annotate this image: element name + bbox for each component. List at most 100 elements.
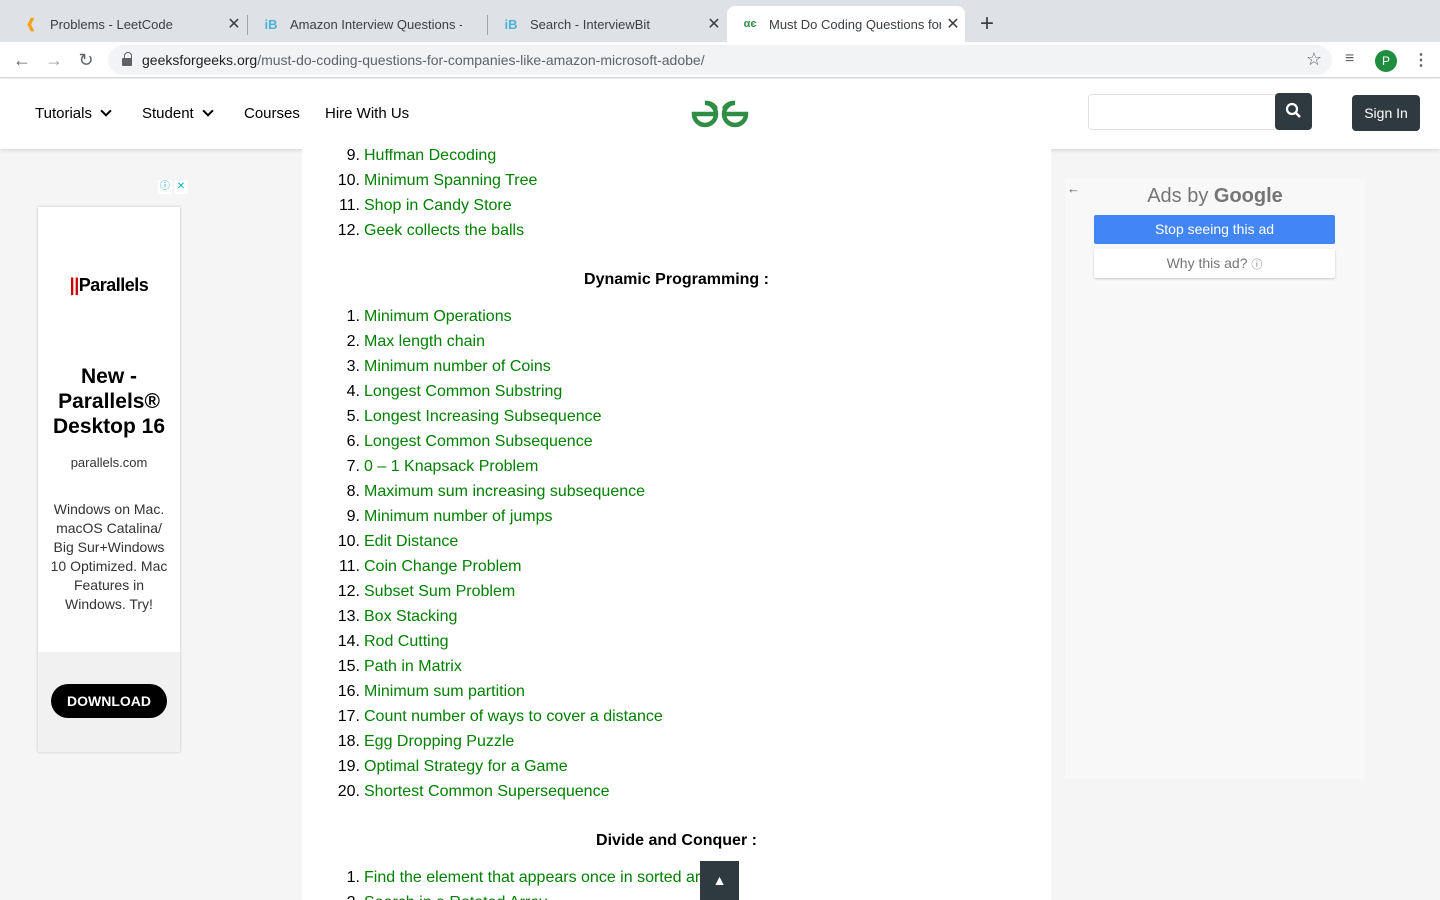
- profile-avatar[interactable]: P: [1375, 50, 1397, 72]
- nav-student-label: Student: [142, 105, 194, 122]
- problem-link[interactable]: 0 – 1 Knapsack Problem: [364, 454, 538, 479]
- search-icon: [1285, 102, 1301, 118]
- nav-tutorials[interactable]: Tutorials: [35, 104, 112, 122]
- site-header: Tutorials Student Courses Hire With Us S…: [0, 79, 1440, 149]
- section-heading-dp: Dynamic Programming :: [584, 271, 769, 288]
- back-icon[interactable]: ←: [10, 48, 34, 72]
- list-number: 9.: [346, 149, 360, 164]
- nav-hire-with-us[interactable]: Hire With Us: [325, 105, 409, 122]
- forward-icon[interactable]: →: [42, 48, 66, 72]
- list-number: 8.: [346, 483, 360, 500]
- ad-close-icon[interactable]: ✕: [174, 180, 188, 194]
- parallels-bars-icon: ||: [69, 275, 80, 295]
- list-item: 2. Max length chain: [302, 329, 485, 354]
- problem-link[interactable]: Egg Dropping Puzzle: [364, 729, 514, 754]
- reading-list-icon[interactable]: ≡: [1345, 50, 1354, 68]
- problem-link[interactable]: Subset Sum Problem: [364, 579, 515, 604]
- close-icon[interactable]: ✕: [702, 14, 726, 34]
- site-search-button[interactable]: [1275, 93, 1312, 130]
- ad-info-icon[interactable]: ⓘ: [158, 180, 172, 194]
- problem-link[interactable]: Find the element that appears once in so…: [364, 865, 722, 890]
- ad-brand-logo: ||Parallels: [38, 275, 180, 296]
- problem-link[interactable]: Edit Distance: [364, 529, 458, 554]
- problem-link[interactable]: Huffman Decoding: [364, 149, 496, 168]
- ad-headline: New - Parallels® Desktop 16: [52, 365, 166, 438]
- problem-link[interactable]: Search in a Rotated Array: [364, 890, 547, 900]
- lock-icon: [122, 52, 132, 66]
- list-item: 10. Edit Distance: [302, 529, 459, 554]
- url-host: geeksforgeeks.org: [142, 52, 258, 68]
- problem-link[interactable]: Minimum number of Coins: [364, 354, 551, 379]
- list-number: 3.: [346, 358, 360, 375]
- problem-link[interactable]: Shop in Candy Store: [364, 193, 512, 218]
- interviewbit-icon: iB: [504, 16, 518, 32]
- address-bar[interactable]: geeksforgeeks.org/must-do-coding-questio…: [108, 45, 1332, 75]
- list-number: 9.: [346, 508, 360, 525]
- tab-leetcode[interactable]: ❰ Problems - LeetCode ✕: [8, 6, 246, 42]
- menu-kebab-icon[interactable]: ⋮: [1413, 50, 1429, 70]
- problem-link[interactable]: Shortest Common Supersequence: [364, 779, 609, 804]
- list-number: 7.: [346, 458, 360, 475]
- problem-link[interactable]: Max length chain: [364, 329, 485, 354]
- info-icon: ⓘ: [1251, 259, 1263, 271]
- url-path: /must-do-coding-questions-for-companies-…: [257, 52, 705, 68]
- list-number: 17.: [337, 708, 360, 725]
- sign-in-button[interactable]: Sign In: [1352, 95, 1420, 131]
- list-number: 11.: [338, 197, 360, 214]
- problem-link[interactable]: Minimum sum partition: [364, 679, 525, 704]
- problem-link[interactable]: Optimal Strategy for a Game: [364, 754, 568, 779]
- problem-link[interactable]: Rod Cutting: [364, 629, 449, 654]
- browser-tab-strip: ❰ Problems - LeetCode ✕ iB Amazon Interv…: [0, 0, 1440, 42]
- list-number: 13.: [337, 608, 360, 625]
- ad-footer: DOWNLOAD: [38, 652, 180, 752]
- ad-description: Windows on Mac. macOS Catalina/ Big Sur+…: [50, 501, 168, 612]
- list-item: 16. Minimum sum partition: [302, 679, 525, 704]
- list-number: 10.: [337, 172, 360, 189]
- chevron-down-icon: [202, 104, 214, 117]
- list-number: 15.: [337, 658, 360, 675]
- why-this-ad-button[interactable]: Why this ad? ⓘ: [1094, 249, 1335, 278]
- problem-link[interactable]: Count number of ways to cover a distance: [364, 704, 663, 729]
- interviewbit-icon: iB: [264, 16, 278, 32]
- browser-toolbar: ← → ↻ geeksforgeeks.org/must-do-coding-q…: [0, 42, 1440, 78]
- close-icon[interactable]: ✕: [222, 14, 246, 34]
- problem-link[interactable]: Longest Increasing Subsequence: [364, 404, 602, 429]
- problem-link[interactable]: Box Stacking: [364, 604, 457, 629]
- bookmark-star-icon[interactable]: ☆: [1306, 49, 1322, 70]
- new-tab-button[interactable]: +: [974, 10, 1000, 38]
- problem-link[interactable]: Longest Common Subsequence: [364, 429, 593, 454]
- nav-courses[interactable]: Courses: [244, 105, 300, 122]
- list-item: 7. 0 – 1 Knapsack Problem: [302, 454, 539, 479]
- list-item: 14. Rod Cutting: [302, 629, 449, 654]
- nav-student[interactable]: Student: [142, 104, 214, 122]
- site-search-input[interactable]: [1088, 94, 1278, 130]
- reload-icon[interactable]: ↻: [74, 48, 98, 72]
- scroll-to-top-button[interactable]: ▲: [700, 861, 739, 900]
- google-text: Google: [1213, 185, 1283, 207]
- tab-title: Amazon Interview Questions -: [290, 16, 462, 32]
- problem-link[interactable]: Maximum sum increasing subsequence: [364, 479, 645, 504]
- list-item: 1. Find the element that appears once in …: [302, 865, 723, 890]
- list-number: 5.: [346, 408, 360, 425]
- gfg-logo[interactable]: [690, 97, 750, 131]
- tab-amazon-interview[interactable]: iB Amazon Interview Questions -: [248, 6, 486, 42]
- problem-link[interactable]: Path in Matrix: [364, 654, 462, 679]
- list-number: 2.: [346, 333, 360, 350]
- list-item: 13. Box Stacking: [302, 604, 458, 629]
- problem-link[interactable]: Minimum number of jumps: [364, 504, 553, 529]
- ad-download-button[interactable]: DOWNLOAD: [51, 684, 167, 718]
- section-heading-dc: Divide and Conquer :: [596, 832, 757, 849]
- tab-interviewbit-search[interactable]: iB Search - InterviewBit ✕: [488, 6, 726, 42]
- stop-seeing-ad-button[interactable]: Stop seeing this ad: [1094, 215, 1335, 244]
- close-icon[interactable]: ✕: [941, 14, 965, 34]
- problem-link[interactable]: Coin Change Problem: [364, 554, 521, 579]
- list-number: 4.: [346, 383, 360, 400]
- problem-link[interactable]: Longest Common Substring: [364, 379, 562, 404]
- tab-gfg-active[interactable]: αє Must Do Coding Questions for ✕: [727, 6, 965, 42]
- list-item: 9. Huffman Decoding: [302, 149, 497, 168]
- problem-link[interactable]: Minimum Operations: [364, 304, 512, 329]
- problem-link[interactable]: Minimum Spanning Tree: [364, 168, 537, 193]
- problem-link[interactable]: Geek collects the balls: [364, 218, 524, 243]
- left-ad-banner[interactable]: ||Parallels New - Parallels® Desktop 16 …: [38, 207, 180, 752]
- ad-domain: parallels.com: [70, 455, 148, 470]
